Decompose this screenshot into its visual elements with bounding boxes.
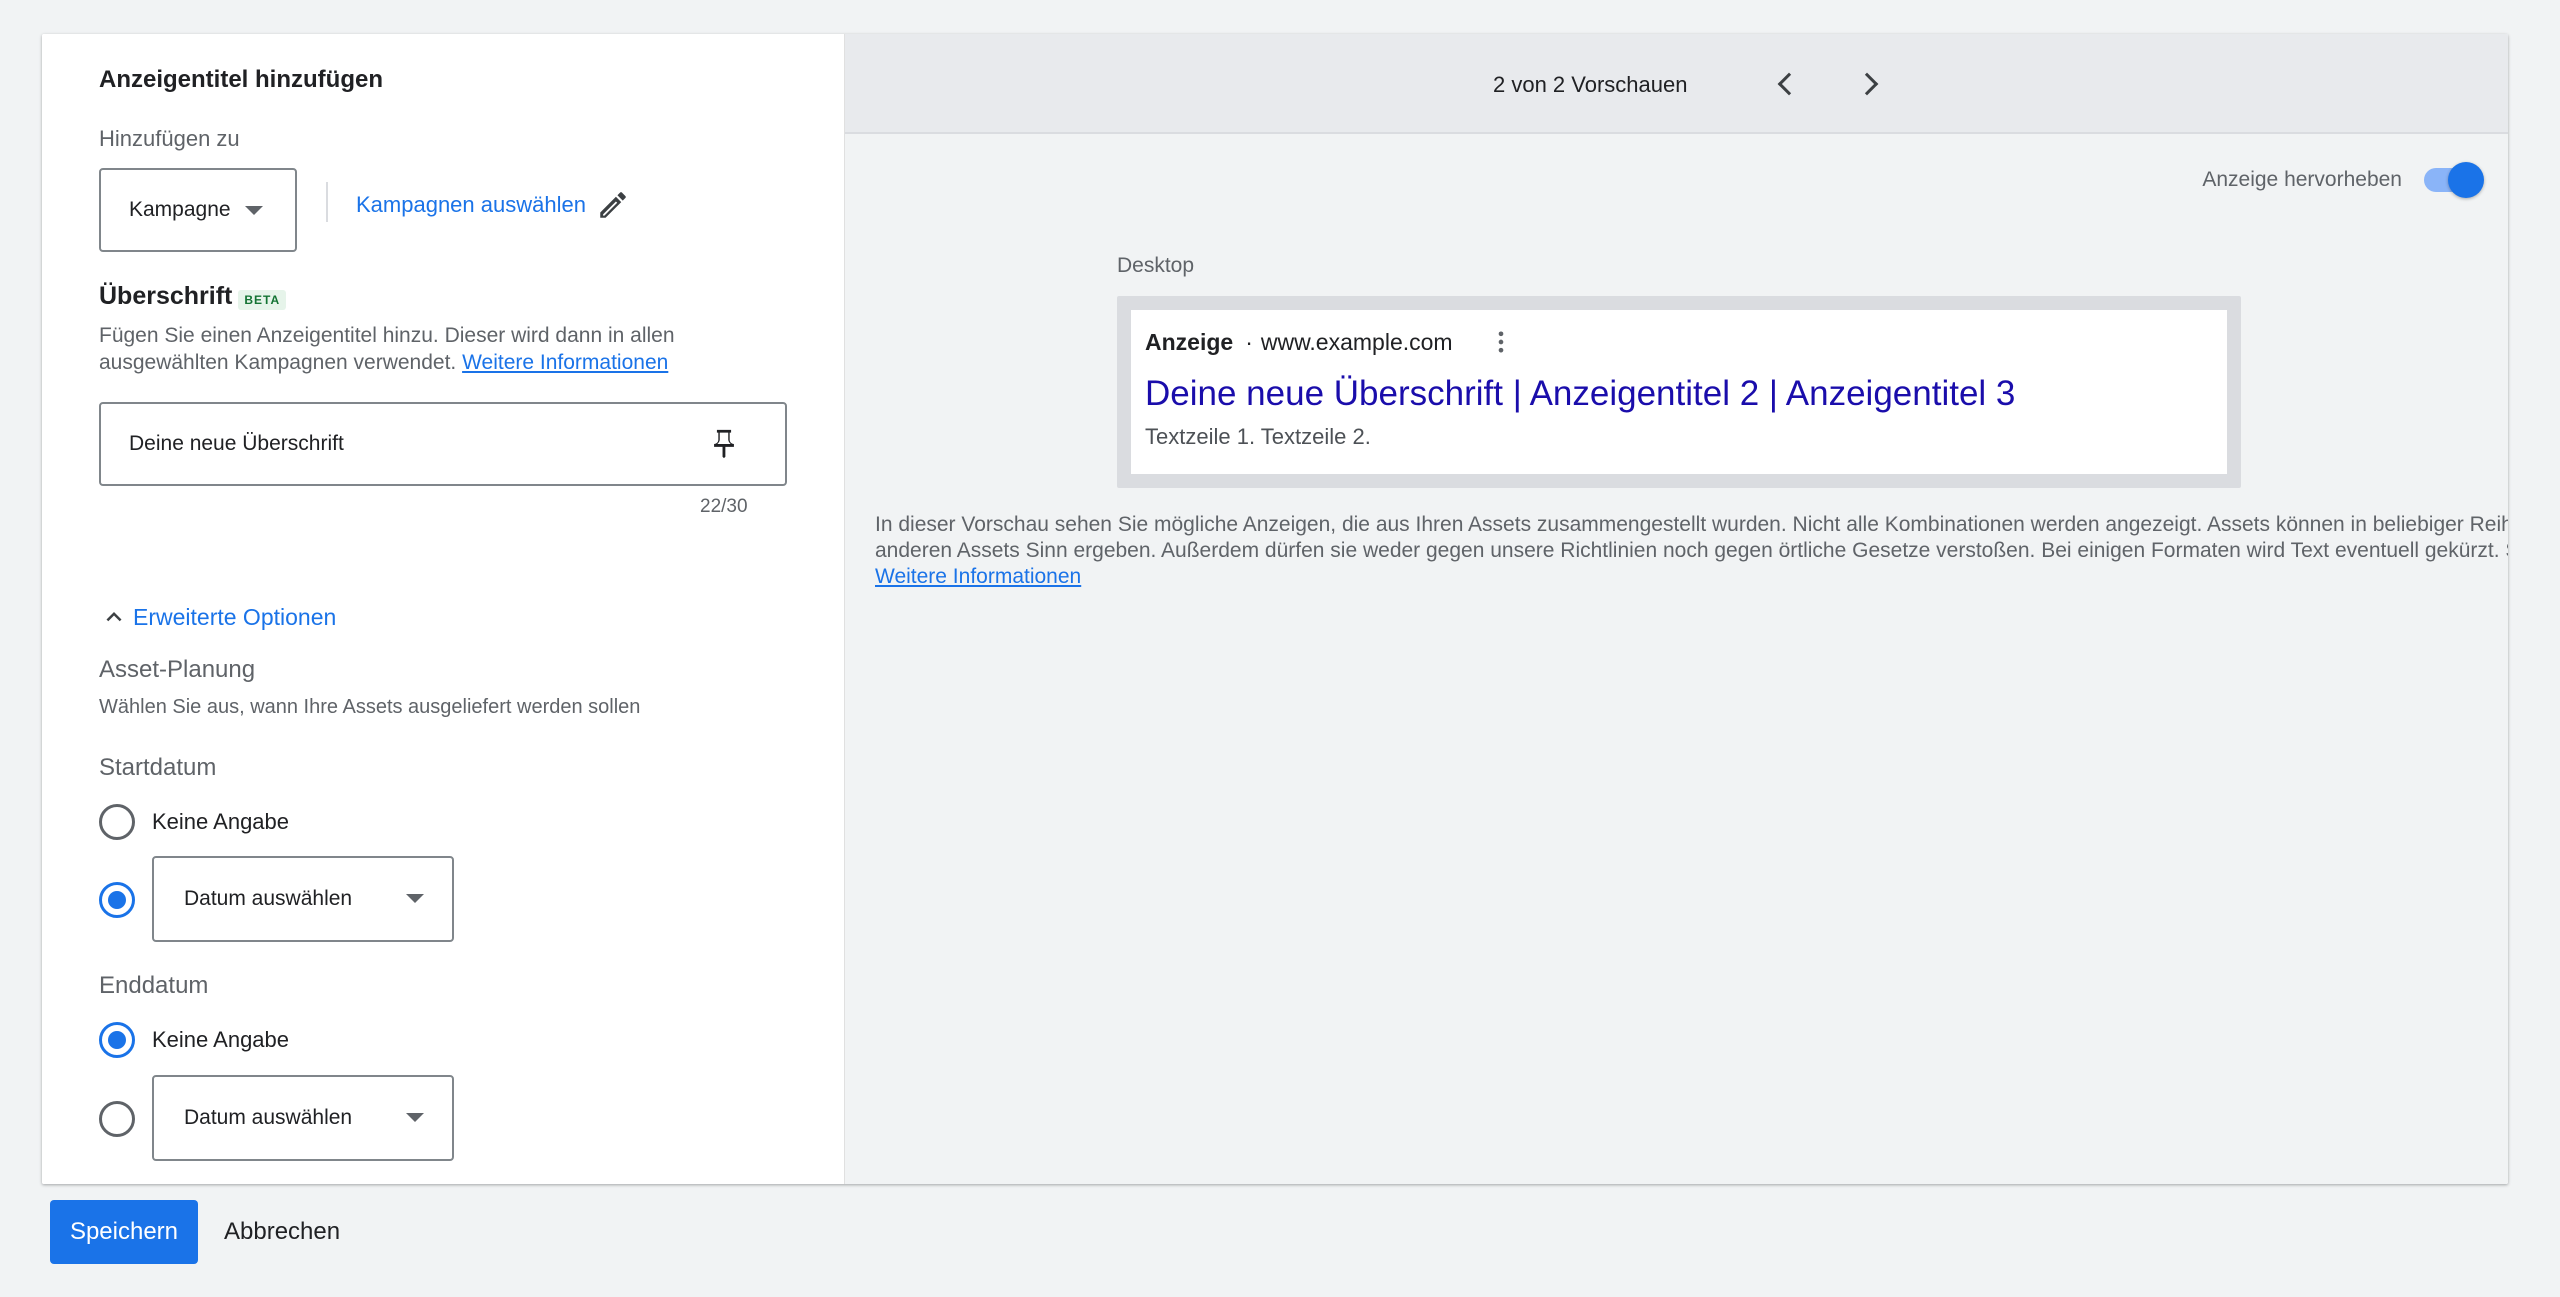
caret-down-icon <box>244 205 263 215</box>
ad-meta-line: Anzeige · www.example.com <box>1145 328 1515 356</box>
chevron-left-icon[interactable] <box>1767 64 1807 104</box>
highlight-ad-toggle-knob[interactable] <box>2448 162 2484 198</box>
ad-headline[interactable]: Deine neue Überschrift | Anzeigentitel 2… <box>1145 374 2015 414</box>
ad-separator: · <box>1245 328 1253 355</box>
chevron-up-icon <box>106 612 122 622</box>
preview-info-text: In dieser Vorschau sehen Sie mögliche An… <box>875 512 2508 590</box>
ad-description: Textzeile 1. Textzeile 2. <box>1145 424 1371 449</box>
caret-down-icon <box>406 1113 424 1122</box>
start-none-radio[interactable] <box>99 804 135 840</box>
edit-card: Anzeigentitel hinzufügen Hinzufügen zu K… <box>42 34 2508 1184</box>
ad-preview-frame: Anzeige · www.example.com Deine neue Übe… <box>1117 296 2241 488</box>
device-label: Desktop <box>1117 254 1195 277</box>
preview-nav-bar: 2 von 2 Vorschauen <box>845 34 2508 134</box>
end-date-title: Enddatum <box>99 972 209 999</box>
start-none-label: Keine Angabe <box>152 809 290 834</box>
advanced-options-toggle[interactable]: Erweiterte Optionen <box>99 602 336 632</box>
ad-preview: Anzeige · www.example.com Deine neue Übe… <box>1131 310 2227 474</box>
form-panel: Anzeigentitel hinzufügen Hinzufügen zu K… <box>42 34 844 1184</box>
headline-input[interactable]: Deine neue Überschrift <box>99 402 787 486</box>
advanced-options-label: Erweiterte Optionen <box>133 603 337 630</box>
preview-info-body: In dieser Vorschau sehen Sie mögliche An… <box>875 513 2508 562</box>
cancel-button[interactable]: Abbrechen <box>224 1218 340 1246</box>
headline-input-value: Deine neue Überschrift <box>129 432 344 455</box>
pencil-icon <box>600 192 626 218</box>
learn-more-link[interactable]: Weitere Informationen <box>462 351 668 374</box>
preview-learn-more-link[interactable]: Weitere Informationen <box>875 565 1081 588</box>
ad-url: www.example.com <box>1260 328 1453 355</box>
asset-planning-desc: Wählen Sie aus, wann Ihre Assets ausgeli… <box>99 696 641 718</box>
preview-panel: 2 von 2 Vorschauen Anzeige hervorheben D… <box>844 34 2508 1184</box>
end-date-radio[interactable] <box>99 1101 135 1137</box>
add-to-label: Hinzufügen zu <box>99 126 240 151</box>
beta-badge: BETA <box>238 289 287 310</box>
end-date-select[interactable]: Datum auswählen <box>152 1075 454 1161</box>
end-date-select-value: Datum auswählen <box>184 1106 353 1129</box>
scope-select[interactable]: Kampagne <box>99 168 297 252</box>
ad-label: Anzeige <box>1145 328 1234 355</box>
asset-planning-title: Asset-Planung <box>99 656 256 683</box>
char-counter: 22/30 <box>700 496 748 517</box>
start-date-select-value: Datum auswählen <box>184 887 353 910</box>
select-campaigns-label: Kampagnen auswählen <box>356 192 586 217</box>
caret-down-icon <box>406 894 424 903</box>
chevron-right-icon[interactable] <box>1851 64 1891 104</box>
divider <box>326 182 328 222</box>
form-title: Anzeigentitel hinzufügen <box>99 66 383 93</box>
scope-select-value: Kampagne <box>129 198 231 221</box>
save-button[interactable]: Speichern <box>50 1200 198 1264</box>
headline-description: Fügen Sie einen Anzeigentitel hinzu. Die… <box>99 322 759 376</box>
preview-counter: 2 von 2 Vorschauen <box>1493 72 1688 97</box>
start-date-radio[interactable] <box>99 882 135 918</box>
select-campaigns-link[interactable]: Kampagnen auswählen <box>356 188 630 222</box>
pin-icon[interactable] <box>707 427 741 461</box>
more-vert-icon[interactable] <box>1487 328 1515 356</box>
headline-section-title: Überschrift <box>99 282 233 310</box>
end-none-radio[interactable] <box>99 1022 135 1058</box>
end-none-label: Keine Angabe <box>152 1027 290 1052</box>
headline-section-header: Überschrift BETA <box>99 282 287 311</box>
start-date-select[interactable]: Datum auswählen <box>152 856 454 942</box>
highlight-ad-label: Anzeige hervorheben <box>2202 168 2402 191</box>
start-date-title: Startdatum <box>99 754 217 781</box>
